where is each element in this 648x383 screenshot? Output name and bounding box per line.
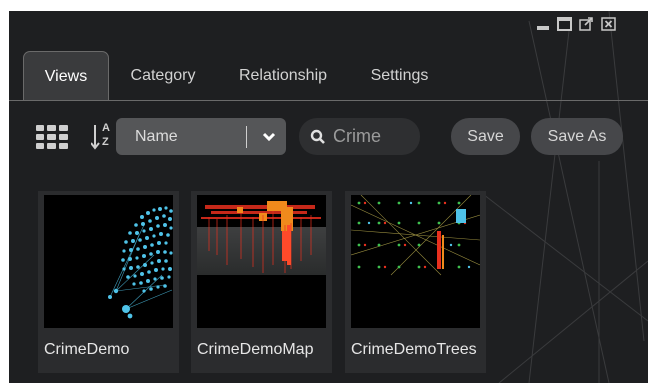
view-name-crimedemo: CrimeDemo bbox=[44, 341, 130, 358]
window-controls bbox=[535, 16, 616, 32]
views-panel: Views Category Relationship Settings A Z… bbox=[9, 11, 648, 383]
sort-field-select[interactable]: Name bbox=[116, 118, 286, 155]
maximize-icon[interactable] bbox=[557, 17, 572, 31]
close-icon[interactable] bbox=[601, 17, 616, 31]
popout-icon[interactable] bbox=[579, 17, 594, 31]
tab-bar: Views Category Relationship Settings bbox=[9, 51, 648, 101]
tab-views[interactable]: Views bbox=[23, 51, 109, 100]
sort-glyph-a: A bbox=[102, 122, 110, 134]
tab-category[interactable]: Category bbox=[120, 51, 206, 98]
view-card-crimedemo[interactable]: CrimeDemo bbox=[38, 191, 179, 373]
search-icon bbox=[310, 129, 326, 150]
tab-settings[interactable]: Settings bbox=[362, 51, 437, 98]
view-card-crimedemomap[interactable]: CrimeDemoMap bbox=[191, 191, 332, 373]
minimize-icon[interactable] bbox=[535, 17, 550, 31]
sort-field-value: Name bbox=[135, 128, 178, 145]
save-button[interactable]: Save bbox=[451, 118, 520, 155]
crime-demo-map-thumbnail bbox=[197, 195, 326, 328]
view-name-crimedemomap: CrimeDemoMap bbox=[197, 341, 314, 358]
sort-glyph-z: Z bbox=[102, 136, 109, 148]
view-name-crimedemotrees: CrimeDemoTrees bbox=[351, 341, 477, 358]
grid-view-icon[interactable] bbox=[36, 125, 68, 154]
search-input[interactable] bbox=[333, 118, 417, 155]
tab-relationship[interactable]: Relationship bbox=[230, 51, 336, 98]
view-card-crimedemotrees[interactable]: CrimeDemoTrees bbox=[345, 191, 486, 373]
crime-demo-trees-thumbnail bbox=[351, 195, 480, 328]
sort-az-icon[interactable]: A Z bbox=[91, 122, 113, 152]
crime-demo-thumbnail bbox=[44, 195, 173, 328]
save-as-button[interactable]: Save As bbox=[531, 118, 623, 155]
select-divider bbox=[246, 126, 247, 148]
chevron-down-icon[interactable] bbox=[257, 118, 281, 155]
search-box[interactable] bbox=[299, 118, 420, 155]
